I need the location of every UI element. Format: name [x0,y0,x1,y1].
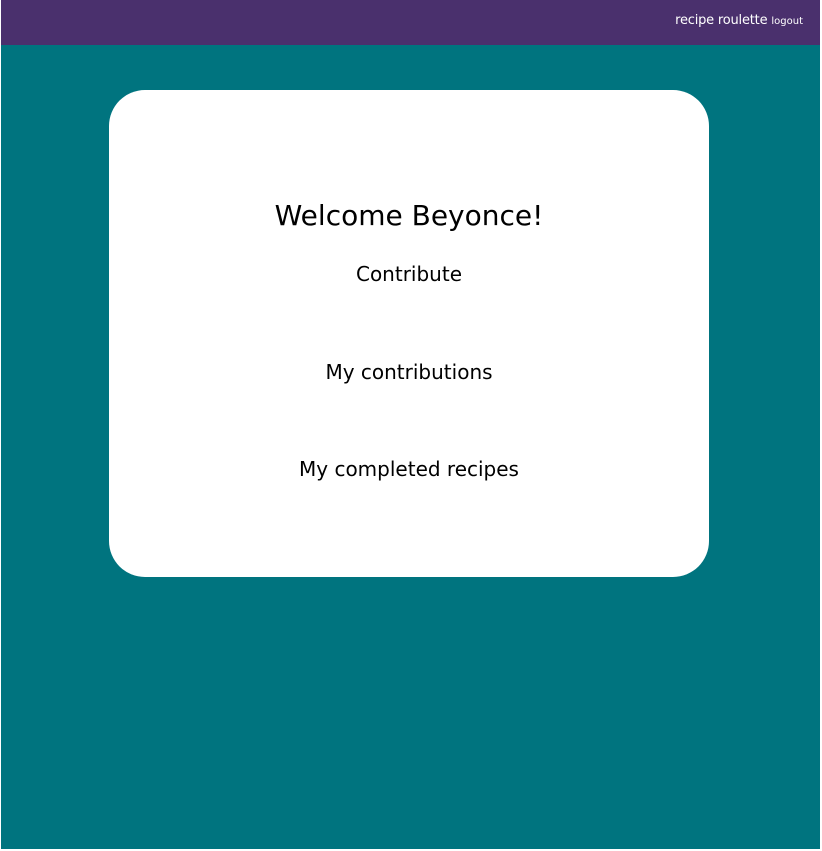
my-contributions-link[interactable]: My contributions [109,358,709,386]
brand-link[interactable]: recipe roulette [675,13,767,28]
welcome-card: Welcome Beyonce! Contribute My contribut… [109,90,709,577]
navbar-links: recipe roulette logout [675,13,803,28]
welcome-heading: Welcome Beyonce! [274,199,544,232]
my-completed-recipes-link[interactable]: My completed recipes [109,455,709,483]
contribute-link[interactable]: Contribute [109,260,709,288]
logout-link[interactable]: logout [771,16,803,27]
top-navbar: recipe roulette logout [1,0,820,45]
